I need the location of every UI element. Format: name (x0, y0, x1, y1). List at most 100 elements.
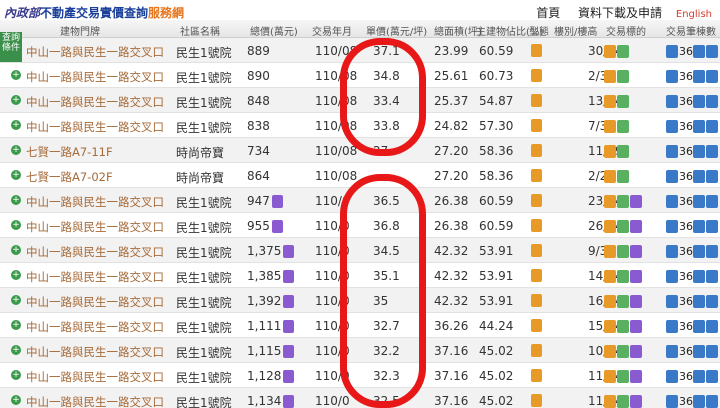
parking-badge-icon[interactable] (283, 270, 295, 283)
building-icon[interactable] (617, 145, 629, 158)
land-icon[interactable] (604, 170, 616, 183)
building-count-icon[interactable] (693, 45, 705, 58)
parking-icon[interactable] (630, 345, 642, 358)
land-icon[interactable] (604, 395, 616, 408)
land-count-icon[interactable] (666, 195, 678, 208)
building-count-icon[interactable] (706, 70, 718, 83)
land-count-icon[interactable] (666, 45, 678, 58)
building-icon[interactable] (617, 345, 629, 358)
row-address[interactable]: 中山一路與民生一路交叉口 (26, 344, 164, 360)
land-icon[interactable] (604, 45, 616, 58)
parking-badge-icon[interactable] (271, 195, 283, 208)
table-row[interactable]: + 中山一路與民生一路交叉口 民生1號院 1,375 110/0 34.5 42.32 53.… (0, 238, 720, 263)
col-building[interactable]: 社區名稱 (180, 23, 220, 38)
building-type-icon[interactable] (531, 119, 542, 132)
land-icon[interactable] (604, 145, 616, 158)
building-type-icon[interactable] (531, 144, 542, 157)
building-icon[interactable] (617, 195, 629, 208)
nav-english[interactable]: English (676, 9, 712, 20)
building-icon[interactable] (617, 320, 629, 333)
building-icon[interactable] (617, 245, 629, 258)
col-date[interactable]: 交易年月 (312, 23, 352, 38)
parking-badge-icon[interactable] (283, 320, 295, 333)
land-icon[interactable] (604, 195, 616, 208)
row-address[interactable]: 中山一路與民生一路交叉口 (26, 394, 164, 408)
row-address[interactable]: 中山一路與民生一路交叉口 (26, 94, 164, 110)
building-icon[interactable] (617, 95, 629, 108)
parking-icon[interactable] (630, 370, 642, 383)
expand-plus-icon[interactable]: + (11, 70, 21, 80)
row-address[interactable]: 中山一路與民生一路交叉口 (26, 369, 164, 385)
expand-plus-icon[interactable]: + (11, 345, 21, 355)
building-type-icon[interactable] (531, 169, 542, 182)
table-row[interactable]: + 中山一路與民生一路交叉口 民生1號院 838 110/08 33.8 24.82 57.3… (0, 113, 720, 138)
expand-plus-icon[interactable]: + (11, 320, 21, 330)
parking-icon[interactable] (630, 245, 642, 258)
building-count-icon[interactable] (693, 170, 705, 183)
building-type-icon[interactable] (531, 294, 542, 307)
building-count-icon[interactable] (693, 270, 705, 283)
land-count-icon[interactable] (666, 245, 678, 258)
col-type[interactable]: 型態 (529, 23, 549, 38)
parking-badge-icon[interactable] (283, 395, 295, 408)
building-icon[interactable] (617, 45, 629, 58)
land-count-icon[interactable] (666, 320, 678, 333)
building-count-icon[interactable] (706, 270, 718, 283)
table-row[interactable]: + 七賢一路A7-02F 時尚帝寶 864 110/08 27.20 58.36 2/29 36 (0, 163, 720, 188)
expand-plus-icon[interactable]: + (11, 395, 21, 405)
building-icon[interactable] (617, 70, 629, 83)
building-type-icon[interactable] (531, 344, 542, 357)
table-row[interactable]: + 中山一路與民生一路交叉口 民生1號院 947 110/0 36.5 26.38 60.59… (0, 188, 720, 213)
land-count-icon[interactable] (666, 220, 678, 233)
col-address[interactable]: 建物門牌 (60, 23, 100, 38)
land-icon[interactable] (604, 270, 616, 283)
table-row[interactable]: + 中山一路與民生一路交叉口 民生1號院 1,392 110/0 35 42.32 53.91… (0, 288, 720, 313)
land-count-icon[interactable] (666, 345, 678, 358)
building-type-icon[interactable] (531, 269, 542, 282)
land-count-icon[interactable] (666, 95, 678, 108)
building-type-icon[interactable] (531, 319, 542, 332)
expand-plus-icon[interactable]: + (11, 270, 21, 280)
land-count-icon[interactable] (666, 70, 678, 83)
building-type-icon[interactable] (531, 194, 542, 207)
building-count-icon[interactable] (693, 320, 705, 333)
building-count-icon[interactable] (693, 295, 705, 308)
land-icon[interactable] (604, 295, 616, 308)
row-address[interactable]: 中山一路與民生一路交叉口 (26, 194, 164, 210)
land-count-icon[interactable] (666, 270, 678, 283)
building-type-icon[interactable] (531, 44, 542, 57)
building-count-icon[interactable] (693, 145, 705, 158)
parking-icon[interactable] (630, 295, 642, 308)
col-note[interactable]: 交易標的 (606, 23, 646, 38)
building-type-icon[interactable] (531, 219, 542, 232)
expand-plus-icon[interactable]: + (11, 370, 21, 380)
table-row[interactable]: + 中山一路與民生一路交叉口 民生1號院 1,134 110/0 32.5 37.16 45.… (0, 388, 720, 408)
land-count-icon[interactable] (666, 170, 678, 183)
land-count-icon[interactable] (666, 295, 678, 308)
building-count-icon[interactable] (706, 370, 718, 383)
building-count-icon[interactable] (693, 220, 705, 233)
parking-badge-icon[interactable] (271, 220, 283, 233)
expand-plus-icon[interactable]: + (11, 95, 21, 105)
building-count-icon[interactable] (706, 120, 718, 133)
row-address[interactable]: 七賢一路A7-02F (26, 169, 113, 185)
parking-badge-icon[interactable] (283, 245, 295, 258)
building-icon[interactable] (617, 170, 629, 183)
land-icon[interactable] (604, 320, 616, 333)
building-type-icon[interactable] (531, 69, 542, 82)
building-count-icon[interactable] (693, 70, 705, 83)
building-type-icon[interactable] (531, 369, 542, 382)
search-conditions-tab[interactable]: 查詢條件 (0, 32, 22, 62)
building-icon[interactable] (617, 220, 629, 233)
site-logo[interactable]: 內政部不動產交易實價查詢服務網 (4, 4, 184, 21)
parking-icon[interactable] (630, 320, 642, 333)
expand-plus-icon[interactable]: + (11, 170, 21, 180)
row-address[interactable]: 中山一路與民生一路交叉口 (26, 294, 164, 310)
building-count-icon[interactable] (693, 95, 705, 108)
building-icon[interactable] (617, 270, 629, 283)
parking-icon[interactable] (630, 220, 642, 233)
building-count-icon[interactable] (693, 120, 705, 133)
parking-icon[interactable] (630, 395, 642, 408)
expand-plus-icon[interactable]: + (11, 120, 21, 130)
table-row[interactable]: + 中山一路與民生一路交叉口 民生1號院 1,128 110/0 32.3 37.16 45.… (0, 363, 720, 388)
